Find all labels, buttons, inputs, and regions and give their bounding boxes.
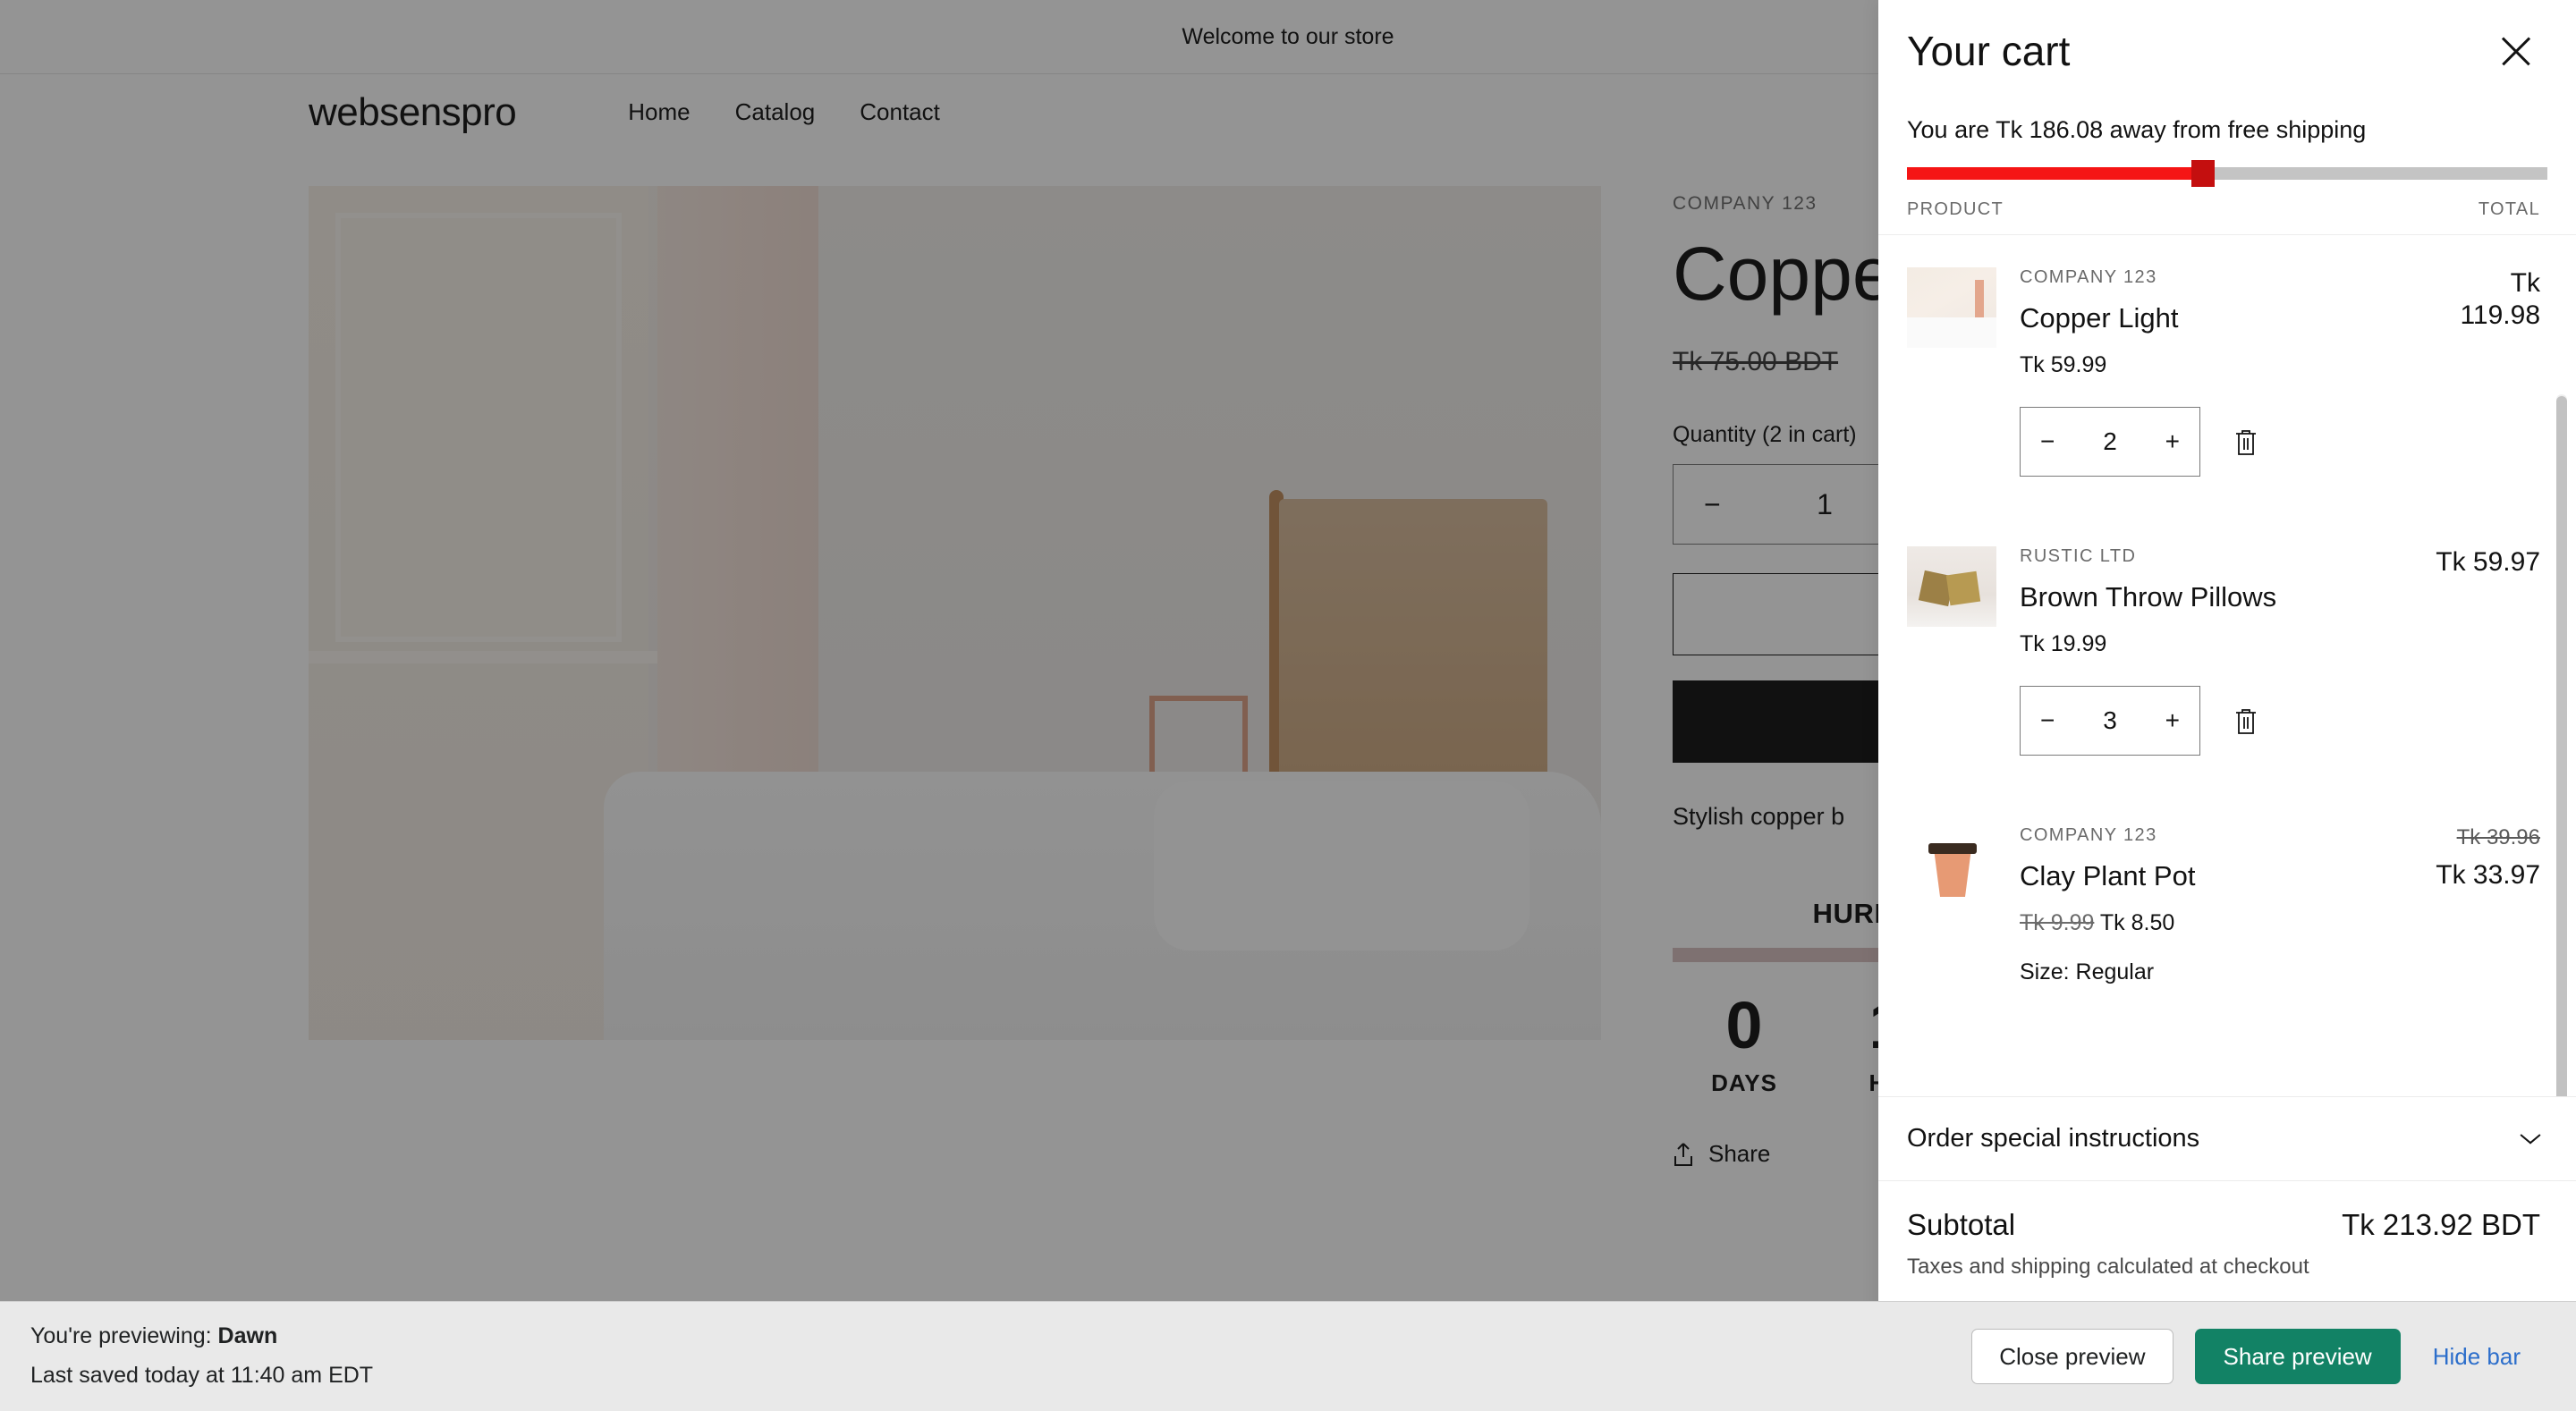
theme-name: Dawn (217, 1323, 278, 1349)
cart-item-line-total-original: Tk 39.96 (2456, 825, 2540, 849)
column-header-product: PRODUCT (1907, 199, 2004, 219)
quantity-minus-icon[interactable]: − (1704, 488, 1721, 521)
preview-actions: Close preview Share preview Hide bar (1971, 1329, 2531, 1384)
cart-item-thumbnail[interactable] (1907, 546, 1996, 756)
preview-status: You're previewing: Dawn Last saved today… (30, 1317, 373, 1396)
cart-item-name[interactable]: Copper Light (2020, 302, 2410, 334)
cart-item-quantity-stepper[interactable]: − 2 + (2020, 407, 2200, 477)
nav-link-home[interactable]: Home (606, 98, 712, 126)
cart-item-price: Tk 59.99 (2020, 352, 2107, 377)
close-icon[interactable] (2492, 27, 2540, 75)
subtotal-label: Subtotal (1907, 1208, 2016, 1241)
cart-line-item: COMPANY 123 Clay Plant Pot Tk 9.99 Tk 8.… (1907, 793, 2576, 1023)
trash-icon[interactable] (2233, 706, 2259, 736)
free-shipping-message: You are Tk 186.08 away from free shippin… (1907, 116, 2367, 143)
cart-item-line-total: Tk 33.97 (2436, 860, 2540, 890)
order-special-instructions-toggle[interactable]: Order special instructions (1878, 1097, 2576, 1181)
cart-item-vendor: COMPANY 123 (2020, 267, 2157, 287)
countdown-days: 0 DAYS (1673, 993, 1816, 1097)
previewing-prefix: You're previewing: (30, 1323, 218, 1349)
cart-item-name[interactable]: Clay Plant Pot (2020, 860, 2410, 892)
cart-item-vendor: RUSTIC LTD (2020, 546, 2137, 566)
announcement-text: Welcome to our store (1182, 23, 1394, 49)
cart-item-variant: Size: Regular (2020, 959, 2155, 984)
cart-item-quantity-stepper[interactable]: − 3 + (2020, 686, 2200, 756)
countdown-days-value: 0 (1725, 988, 1763, 1063)
trash-icon[interactable] (2233, 427, 2259, 457)
product-image[interactable] (309, 186, 1601, 1040)
cart-item-compare-price: Tk 9.99 (2020, 910, 2095, 935)
share-label: Share (1708, 1140, 1771, 1168)
quantity-value[interactable]: 2 (2103, 427, 2117, 456)
cart-item-line-total: Tk 59.97 (2436, 547, 2540, 577)
quantity-minus-icon[interactable]: − (2040, 429, 2055, 454)
nav-link-catalog[interactable]: Catalog (713, 98, 838, 126)
chevron-down-icon (2521, 1134, 2540, 1145)
cart-items-list: COMPANY 123 Copper Light Tk 59.99 − 2 + (1878, 235, 2576, 1096)
cart-subtotal-row: Subtotal Tk 213.92 BDT (1878, 1181, 2576, 1242)
share-icon (1673, 1142, 1694, 1167)
quantity-value[interactable]: 1 (1817, 488, 1833, 521)
last-saved-text: Last saved today at 11:40 am EDT (30, 1363, 374, 1388)
cart-item-thumbnail[interactable] (1907, 825, 1996, 985)
quantity-value[interactable]: 3 (2103, 706, 2117, 735)
previewing-line: You're previewing: Dawn (30, 1317, 373, 1356)
cart-item-price: Tk 8.50 (2099, 910, 2175, 935)
cart-drawer: Your cart You are Tk 186.08 away from fr… (1878, 0, 2576, 1339)
hide-bar-button[interactable]: Hide bar (2422, 1343, 2531, 1371)
cart-item-vendor: COMPANY 123 (2020, 825, 2157, 845)
cart-item-price-row: Tk 9.99 Tk 8.50 (2020, 910, 2410, 936)
cart-item-name[interactable]: Brown Throw Pillows (2020, 581, 2410, 613)
share-preview-button[interactable]: Share preview (2194, 1329, 2401, 1384)
order-special-instructions-label: Order special instructions (1907, 1124, 2200, 1153)
cart-scrollbar-thumb[interactable] (2556, 396, 2567, 1096)
free-shipping-progress-bar (1907, 160, 2547, 187)
cart-header: Your cart (1878, 0, 2576, 75)
cart-line-item: COMPANY 123 Copper Light Tk 59.99 − 2 + (1907, 235, 2576, 514)
quantity-plus-icon[interactable]: + (2165, 708, 2180, 733)
progress-knob (2191, 160, 2216, 187)
cart-line-item: RUSTIC LTD Brown Throw Pillows Tk 19.99 … (1907, 514, 2576, 793)
subtotal-value: Tk 213.92 BDT (2342, 1208, 2540, 1241)
countdown-days-label: DAYS (1711, 1069, 1777, 1097)
cart-column-headers: PRODUCT TOTAL (1878, 180, 2576, 235)
cart-item-thumbnail[interactable] (1907, 267, 1996, 477)
site-logo[interactable]: websenspro (309, 90, 517, 135)
nav-link-contact[interactable]: Contact (837, 98, 962, 126)
cart-scrollbar[interactable] (2556, 394, 2567, 1096)
progress-fill (1907, 167, 2196, 180)
cart-title: Your cart (1907, 28, 2071, 74)
close-preview-button[interactable]: Close preview (1971, 1329, 2174, 1384)
quantity-minus-icon[interactable]: − (2040, 708, 2055, 733)
cart-item-line-total: Tk 119.98 (2460, 268, 2540, 330)
column-header-total: TOTAL (2478, 199, 2540, 219)
quantity-plus-icon[interactable]: + (2165, 429, 2180, 454)
tax-shipping-note: Taxes and shipping calculated at checkou… (1907, 1255, 2309, 1279)
cart-item-price: Tk 19.99 (2020, 631, 2107, 656)
main-navigation: Home Catalog Contact (606, 98, 962, 126)
theme-preview-bar: You're previewing: Dawn Last saved today… (0, 1301, 2576, 1411)
